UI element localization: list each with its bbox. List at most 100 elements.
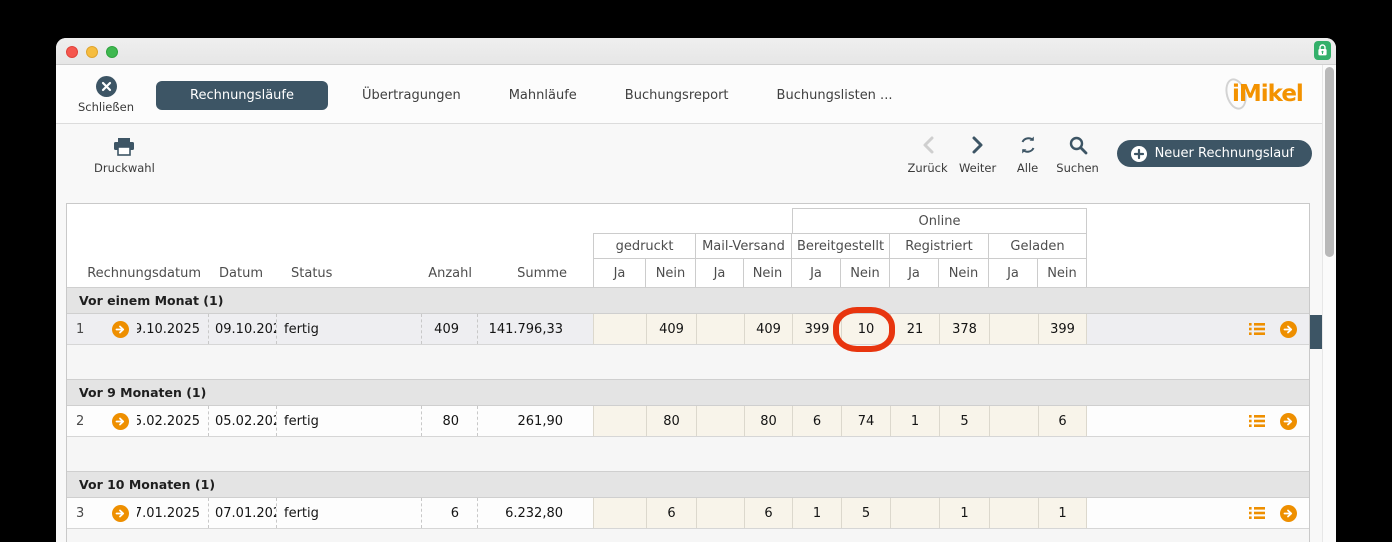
selected-row-marker bbox=[1310, 315, 1322, 349]
suchen-button[interactable]: Suchen bbox=[1053, 133, 1103, 175]
col-mail-nein[interactable]: Nein bbox=[744, 259, 792, 287]
zurueck-button[interactable]: Zurück bbox=[903, 133, 953, 175]
neuer-rechnungslauf-button[interactable]: Neuer Rechnungslauf bbox=[1117, 140, 1312, 167]
cell-mail-ja bbox=[696, 314, 744, 344]
tab-rechnungslaeufe[interactable]: Rechnungsläufe bbox=[156, 81, 328, 110]
cell-mail-ja bbox=[696, 498, 744, 528]
neuer-rechnungslauf-label: Neuer Rechnungslauf bbox=[1155, 146, 1294, 161]
zurueck-label: Zurück bbox=[903, 161, 953, 175]
chevron-right-icon bbox=[953, 133, 1003, 157]
cell-datum: 09.10.2025 bbox=[209, 314, 277, 344]
tab-mahnlaeufe[interactable]: Mahnläufe bbox=[485, 88, 601, 103]
scrollbar-thumb[interactable] bbox=[1325, 67, 1334, 257]
cell-mail-nein: 80 bbox=[744, 406, 792, 436]
col-gedruckt-nein[interactable]: Nein bbox=[646, 259, 696, 287]
cell-registriert-ja bbox=[890, 498, 939, 528]
col-mail-ja[interactable]: Ja bbox=[696, 259, 744, 287]
imikel-logo: iMikel bbox=[1226, 78, 1304, 112]
cell-bereitgestellt-nein: 5 bbox=[841, 498, 890, 528]
cell-bereitgestellt-ja: 399 bbox=[792, 314, 841, 344]
printer-icon bbox=[94, 133, 154, 157]
search-icon bbox=[1053, 133, 1103, 157]
cell-anzahl: 6 bbox=[422, 498, 478, 528]
tab-toolbar: Schließen Rechnungsläufe Übertragungen M… bbox=[56, 65, 1336, 124]
open-row-icon[interactable] bbox=[103, 498, 137, 528]
druckwahl-label: Druckwahl bbox=[94, 161, 154, 175]
cell-registriert-nein: 5 bbox=[939, 406, 989, 436]
cell-bereitgestellt-nein: 10 bbox=[841, 314, 890, 344]
cell-bereitgestellt-ja: 1 bbox=[792, 498, 841, 528]
cell-geladen-nein: 1 bbox=[1038, 498, 1087, 528]
lock-icon bbox=[1314, 41, 1331, 60]
tab-uebertragungen[interactable]: Übertragungen bbox=[338, 88, 485, 103]
cell-gedruckt-nein: 6 bbox=[646, 498, 696, 528]
table-header: Online gedruckt Mail-Versand Bereitgeste… bbox=[67, 204, 1309, 287]
header-online: Online bbox=[792, 208, 1087, 233]
vertical-scrollbar[interactable] bbox=[1322, 65, 1336, 542]
close-button[interactable]: Schließen bbox=[70, 76, 142, 114]
minimize-window-button[interactable] bbox=[86, 46, 98, 58]
open-row-icon[interactable] bbox=[103, 314, 137, 344]
close-window-button[interactable] bbox=[66, 46, 78, 58]
group-header-vor-einem-monat: Vor einem Monat (1) bbox=[67, 287, 1309, 314]
table-row[interactable]: 3 07.01.2025 07.01.2025 fertig 6 6.232,8… bbox=[67, 498, 1309, 529]
list-icon[interactable] bbox=[1249, 414, 1265, 428]
cell-gedruckt-ja bbox=[593, 498, 646, 528]
group-header-vor-9-monaten: Vor 9 Monaten (1) bbox=[67, 379, 1309, 406]
cell-summe: 141.796,33 bbox=[478, 314, 593, 344]
header-geladen: Geladen bbox=[989, 233, 1087, 259]
cell-geladen-ja bbox=[989, 314, 1038, 344]
cell-gedruckt-nein: 409 bbox=[646, 314, 696, 344]
cell-anzahl: 409 bbox=[422, 314, 478, 344]
cell-rechnungsdatum: 09.10.2025 bbox=[137, 314, 209, 344]
tab-strip: Rechnungsläufe Übertragungen Mahnläufe B… bbox=[156, 80, 916, 110]
close-icon bbox=[96, 76, 117, 97]
druckwahl-button[interactable]: Druckwahl bbox=[94, 133, 154, 175]
row-actions bbox=[1087, 498, 1309, 528]
col-geladen-nein[interactable]: Nein bbox=[1038, 259, 1087, 287]
zoom-window-button[interactable] bbox=[106, 46, 118, 58]
logo-text: iMikel bbox=[1232, 81, 1303, 107]
rechnungslaeufe-table: Online gedruckt Mail-Versand Bereitgeste… bbox=[66, 203, 1310, 542]
table-row[interactable]: 1 09.10.2025 09.10.2025 fertig 409 141.7… bbox=[67, 314, 1309, 345]
list-icon[interactable] bbox=[1249, 322, 1265, 336]
weiter-label: Weiter bbox=[953, 161, 1003, 175]
cell-status: fertig bbox=[277, 314, 422, 344]
header-mail-versand: Mail-Versand bbox=[696, 233, 792, 259]
tab-buchungsreport[interactable]: Buchungsreport bbox=[601, 88, 753, 103]
row-number: 1 bbox=[67, 314, 103, 344]
alle-button[interactable]: Alle bbox=[1003, 133, 1053, 175]
list-icon[interactable] bbox=[1249, 506, 1265, 520]
row-number: 3 bbox=[67, 498, 103, 528]
col-bereitgestellt-ja[interactable]: Ja bbox=[792, 259, 841, 287]
cell-gedruckt-ja bbox=[593, 406, 646, 436]
header-bereitgestellt: Bereitgestellt bbox=[792, 233, 890, 259]
refresh-icon bbox=[1003, 133, 1053, 157]
col-status[interactable]: Status bbox=[277, 259, 422, 287]
table-row[interactable]: 2 05.02.2025 05.02.2025 fertig 80 261,90… bbox=[67, 406, 1309, 437]
col-gedruckt-ja[interactable]: Ja bbox=[593, 259, 646, 287]
cell-registriert-ja: 21 bbox=[890, 314, 939, 344]
open-row-icon[interactable] bbox=[103, 406, 137, 436]
col-datum[interactable]: Datum bbox=[209, 259, 277, 287]
col-rechnungsdatum[interactable]: Rechnungsdatum bbox=[137, 259, 209, 287]
go-icon[interactable] bbox=[1280, 413, 1297, 430]
col-bereitgestellt-nein[interactable]: Nein bbox=[841, 259, 890, 287]
chevron-left-icon bbox=[903, 133, 953, 157]
col-registriert-ja[interactable]: Ja bbox=[890, 259, 939, 287]
cell-bereitgestellt-ja: 6 bbox=[792, 406, 841, 436]
col-registriert-nein[interactable]: Nein bbox=[939, 259, 989, 287]
cell-datum: 05.02.2025 bbox=[209, 406, 277, 436]
titlebar bbox=[56, 38, 1336, 65]
col-summe[interactable]: Summe bbox=[478, 259, 593, 287]
col-geladen-ja[interactable]: Ja bbox=[989, 259, 1038, 287]
suchen-label: Suchen bbox=[1053, 161, 1103, 175]
weiter-button[interactable]: Weiter bbox=[953, 133, 1003, 175]
cell-registriert-nein: 1 bbox=[939, 498, 989, 528]
col-anzahl[interactable]: Anzahl bbox=[422, 259, 478, 287]
go-icon[interactable] bbox=[1280, 505, 1297, 522]
go-icon[interactable] bbox=[1280, 321, 1297, 338]
navigation-cluster: Zurück Weiter Alle Suchen bbox=[903, 133, 1312, 175]
tab-buchungslisten[interactable]: Buchungslisten ... bbox=[753, 88, 917, 103]
cell-summe: 6.232,80 bbox=[478, 498, 593, 528]
